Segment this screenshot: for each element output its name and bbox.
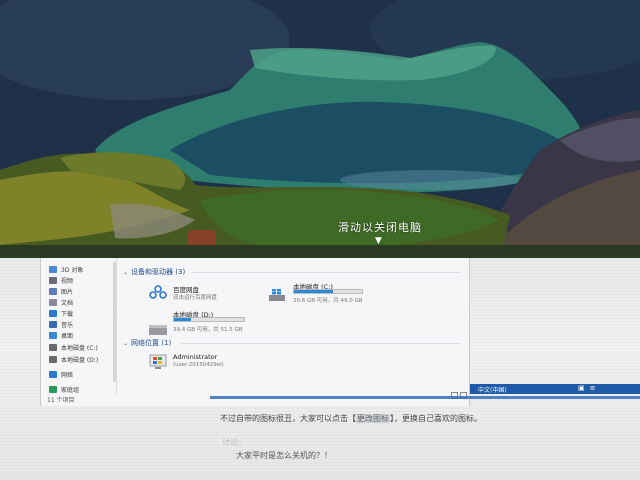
nav-item-homegroup[interactable]: 家庭组 [49, 384, 79, 395]
drive-c-usage-fill [294, 290, 334, 293]
video-icon [49, 277, 57, 284]
drive-c-space: 20.6 GB 可用，共 49.0 GB [293, 298, 363, 304]
download-icon [49, 310, 57, 317]
nav-item-videos[interactable]: 视频 [49, 275, 73, 286]
drive-d-usage-bar [173, 317, 245, 322]
down-arrow-icon: ▼ [375, 236, 382, 246]
section-divider [191, 272, 461, 273]
nav-item-label: 本地磁盘 (D:) [61, 357, 99, 364]
paragraph-text-start: 不过自带的图标很丑，大家可以点击【 [220, 414, 356, 423]
chevron-down-icon: ⌄ [123, 339, 129, 347]
nav-item-label: 家庭组 [61, 387, 80, 394]
nav-item-label: 视频 [61, 278, 74, 285]
discussion-question: 大家平时是怎么关机的？！ [236, 451, 332, 460]
network-computer-host: (user-20150429ei) [173, 362, 224, 368]
taskbar-icons: ▣ ≡ [578, 384, 596, 392]
nav-item-documents[interactable]: 文档 [49, 297, 73, 308]
windows-drive-icon[interactable] [269, 286, 285, 301]
nav-item-label: 3D 对象 [61, 267, 84, 274]
slide-to-shutdown-screen[interactable]: 滑动以关闭电脑 ▼ [0, 0, 640, 262]
ime-indicator[interactable]: 中文(中国) [478, 385, 507, 394]
nav-scrollbar[interactable] [113, 262, 116, 382]
drive-d-space: 39.4 GB 可用，共 51.5 GB [173, 327, 243, 333]
menu-icon[interactable]: ≡ [590, 384, 596, 392]
nav-item-drive-c[interactable]: 本地磁盘 (C:) [49, 342, 98, 353]
nav-item-network[interactable]: 网络 [49, 369, 73, 380]
nav-item-pictures[interactable]: 图片 [49, 286, 73, 297]
music-icon [49, 321, 57, 328]
nav-item-label: 图片 [61, 289, 74, 296]
item-count: 11 个项目 [47, 397, 75, 404]
window-icon[interactable]: ▣ [578, 384, 585, 392]
nav-item-label: 网络 [61, 372, 74, 379]
nav-item-label: 文档 [61, 300, 74, 307]
nav-item-label: 下载 [61, 311, 74, 318]
drive-c-usage-bar [293, 289, 363, 294]
drive-icon [49, 344, 57, 351]
section-divider [181, 343, 461, 344]
cube-icon [49, 266, 57, 273]
nav-item-desktop[interactable]: 桌面 [49, 330, 73, 341]
chevron-down-icon: ⌄ [123, 268, 129, 276]
nav-item-downloads[interactable]: 下载 [49, 308, 73, 319]
nav-item-label: 本地磁盘 (C:) [61, 345, 98, 352]
article-paragraph: 不过自带的图标很丑，大家可以点击【更改图标】，更换自己喜欢的图标。 [220, 413, 482, 424]
nav-item-drive-d[interactable]: 本地磁盘 (D:) [49, 354, 98, 365]
desktop-icon [49, 332, 57, 339]
screen: 滑动以关闭电脑 ▼ 3D 对象 视频 图片 文档 下载 音乐 桌面 本地磁盘 (… [0, 0, 640, 480]
network-section-header[interactable]: ⌄ 网络位置 (1) [123, 338, 171, 348]
file-explorer-window: 3D 对象 视频 图片 文档 下载 音乐 桌面 本地磁盘 (C:) 本地磁盘 (… [40, 258, 470, 406]
network-computer-name[interactable]: Administrator [173, 353, 217, 361]
nav-item-music[interactable]: 音乐 [49, 319, 73, 330]
lock-landscape-image [0, 0, 640, 262]
paragraph-text-end: 】，更换自己喜欢的图标。 [390, 414, 482, 423]
discussion-label: 讨论： [222, 438, 246, 447]
nav-item-label: 音乐 [61, 322, 74, 329]
navigation-pane: 3D 对象 视频 图片 文档 下载 音乐 桌面 本地磁盘 (C:) 本地磁盘 (… [41, 258, 117, 396]
document-icon [49, 299, 57, 306]
homegroup-icon [49, 386, 57, 393]
nav-item-3d-objects[interactable]: 3D 对象 [49, 264, 83, 275]
change-icon-highlight: 更改图标 [356, 414, 390, 423]
picture-icon [49, 288, 57, 295]
slide-to-shutdown-label: 滑动以关闭电脑 [338, 221, 422, 234]
network-section-label: 网络位置 (1) [131, 339, 172, 347]
nav-item-label: 桌面 [61, 333, 74, 340]
baidu-netdisk-icon[interactable] [149, 284, 167, 299]
network-icon [49, 371, 57, 378]
devices-section-header[interactable]: ⌄ 设备和驱动器 (3) [123, 267, 185, 277]
drive-d-usage-fill [174, 318, 191, 321]
drive-icon [49, 356, 57, 363]
windows-computer-icon[interactable] [149, 354, 167, 370]
baidu-netdisk-desc: 双击运行百度网盘 [173, 295, 218, 301]
devices-section-label: 设备和驱动器 (3) [131, 268, 186, 276]
drive-icon[interactable] [149, 320, 167, 335]
window-accent-band [210, 396, 640, 399]
